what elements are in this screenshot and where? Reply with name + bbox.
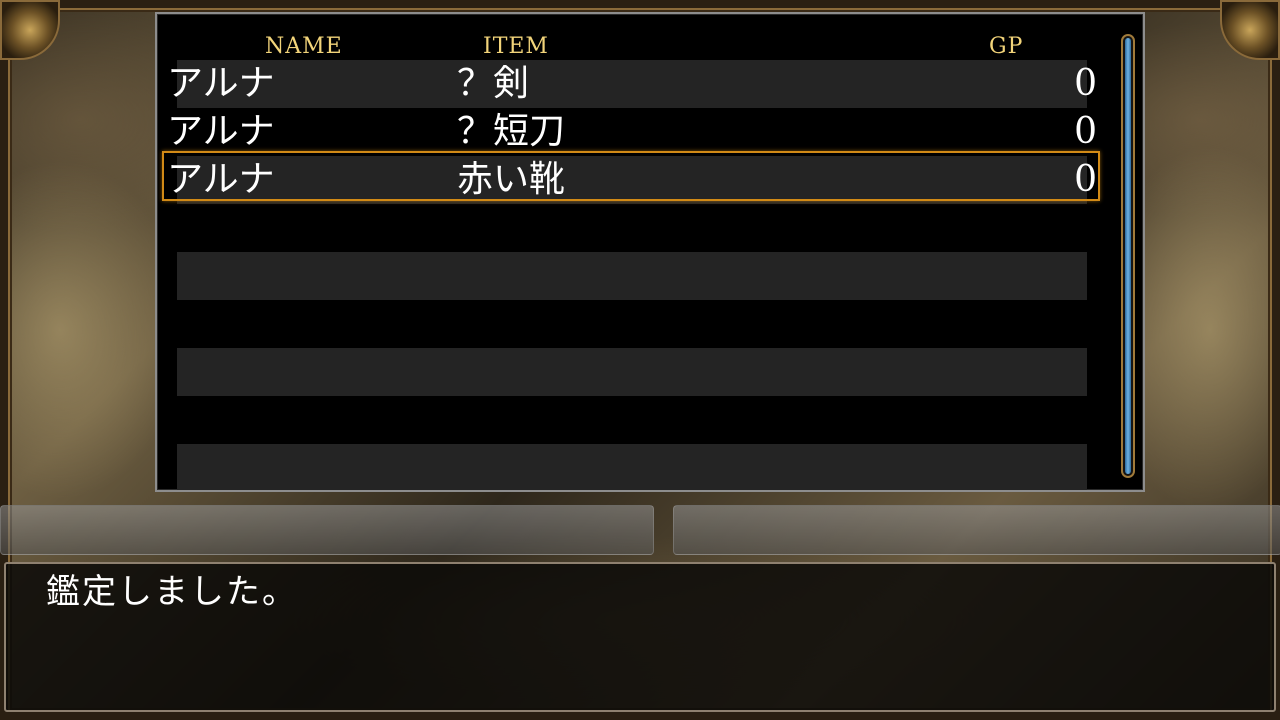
info-banner-right — [673, 505, 1280, 555]
list-item[interactable]: アルナ ？短刀 0 — [167, 108, 1097, 156]
empty-row[interactable] — [177, 396, 1087, 444]
column-header-item: ITEM — [483, 34, 549, 59]
corner-ornament-icon — [1220, 0, 1280, 60]
column-header-name: NAME — [265, 34, 343, 59]
row-gp: 0 — [1074, 63, 1097, 104]
empty-row[interactable] — [177, 252, 1087, 300]
list-item[interactable]: アルナ ？剣 0 — [167, 60, 1097, 108]
empty-row[interactable] — [177, 300, 1087, 348]
column-header-gp: GP — [989, 34, 1024, 59]
appraisal-list-window: NAME ITEM GP アルナ ？剣 0 アルナ ？短刀 0 アルナ 赤い靴 … — [155, 12, 1145, 492]
row-gp: 0 — [1074, 111, 1097, 152]
corner-ornament-icon — [0, 0, 60, 60]
row-item: ？短刀 — [457, 111, 566, 152]
row-name: アルナ — [167, 111, 275, 152]
scrollbar[interactable] — [1121, 34, 1135, 478]
info-banner-left — [0, 505, 654, 555]
row-item: ？剣 — [457, 63, 530, 104]
message-window: 鑑定しました。 — [4, 562, 1276, 712]
empty-row[interactable] — [177, 204, 1087, 252]
row-name: アルナ — [167, 63, 275, 104]
selection-cursor — [162, 151, 1100, 201]
empty-row[interactable] — [177, 348, 1087, 396]
scrollbar-thumb[interactable] — [1125, 38, 1131, 474]
empty-row[interactable] — [177, 444, 1087, 490]
message-text: 鑑定しました。 — [46, 572, 298, 612]
